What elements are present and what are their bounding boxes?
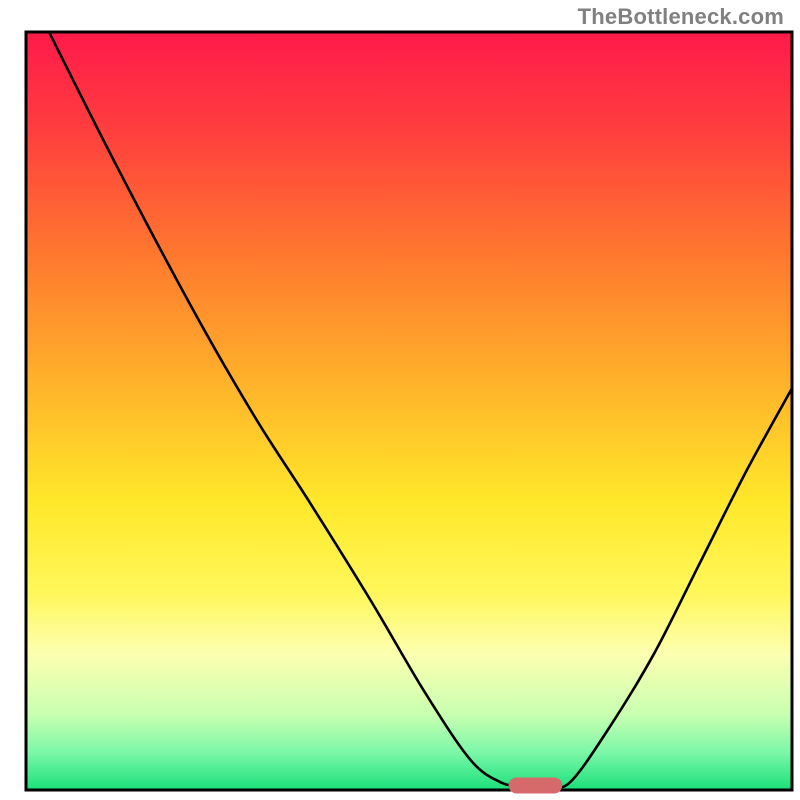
bottleneck-curve-chart <box>0 0 800 800</box>
chart-container: TheBottleneck.com <box>0 0 800 800</box>
optimum-marker <box>509 777 563 793</box>
plot-gradient-background <box>26 32 792 790</box>
